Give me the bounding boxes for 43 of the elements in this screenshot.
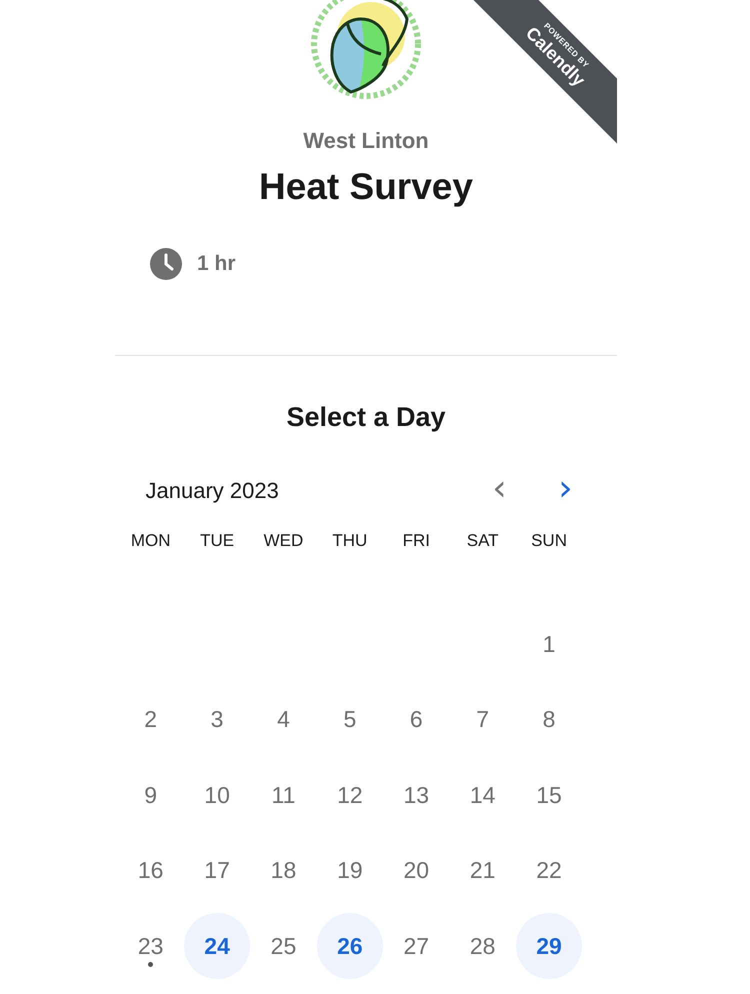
calendar-day: 22: [516, 838, 582, 904]
calendar-day: 5: [316, 686, 383, 753]
calendar-day: 7: [450, 686, 516, 753]
month-label: January 2023: [146, 478, 280, 504]
calendar-day: 18: [250, 838, 316, 904]
event-title: Heat Survey: [259, 166, 473, 208]
calendar-day: 19: [316, 838, 383, 904]
calendar-day: 13: [383, 762, 450, 828]
weekday-label: FRI: [402, 531, 431, 551]
weekday-label: TUE: [199, 531, 236, 551]
clock-icon: [150, 248, 182, 280]
available-day[interactable]: 24: [184, 913, 250, 980]
weekday-label: SUN: [530, 531, 568, 551]
calendar-day: 12: [316, 762, 383, 828]
weekday-label: SAT: [466, 531, 500, 551]
organizer-name: West Linton: [303, 128, 429, 154]
calendar-day: 3: [184, 686, 250, 753]
calendar-day: 15: [516, 762, 582, 828]
next-month-button[interactable]: ›: [532, 471, 598, 511]
calendar-day: 28: [450, 913, 516, 980]
weekday-label: WED: [262, 531, 304, 551]
calendar-day: 8: [516, 686, 582, 753]
calendar-day: 20: [383, 838, 450, 904]
calendar-day: 4: [250, 686, 316, 753]
available-day[interactable]: 26: [316, 913, 383, 980]
calendar-day: 21: [450, 838, 516, 904]
weekday-label: THU: [331, 531, 368, 551]
calendar-day: 6: [383, 686, 450, 753]
calendar-day: 27: [383, 913, 450, 980]
weekday-label: MON: [130, 531, 172, 551]
calendar-day: 25: [250, 913, 316, 980]
calendar-day: 23: [118, 913, 184, 980]
calendar-day: 17: [184, 838, 250, 904]
section-title: Select a Day: [286, 402, 446, 433]
calendar-day: 16: [118, 838, 184, 904]
calendar-day: 10: [184, 762, 250, 828]
available-day[interactable]: 29: [516, 913, 582, 980]
calendar-day: 9: [118, 762, 184, 828]
duration-text: 1 hr: [197, 252, 236, 276]
calendar-day: 1: [516, 611, 582, 678]
calendar-day: 14: [450, 762, 516, 828]
calendar-day: 2: [118, 686, 184, 753]
calendar-day: 11: [250, 762, 316, 828]
